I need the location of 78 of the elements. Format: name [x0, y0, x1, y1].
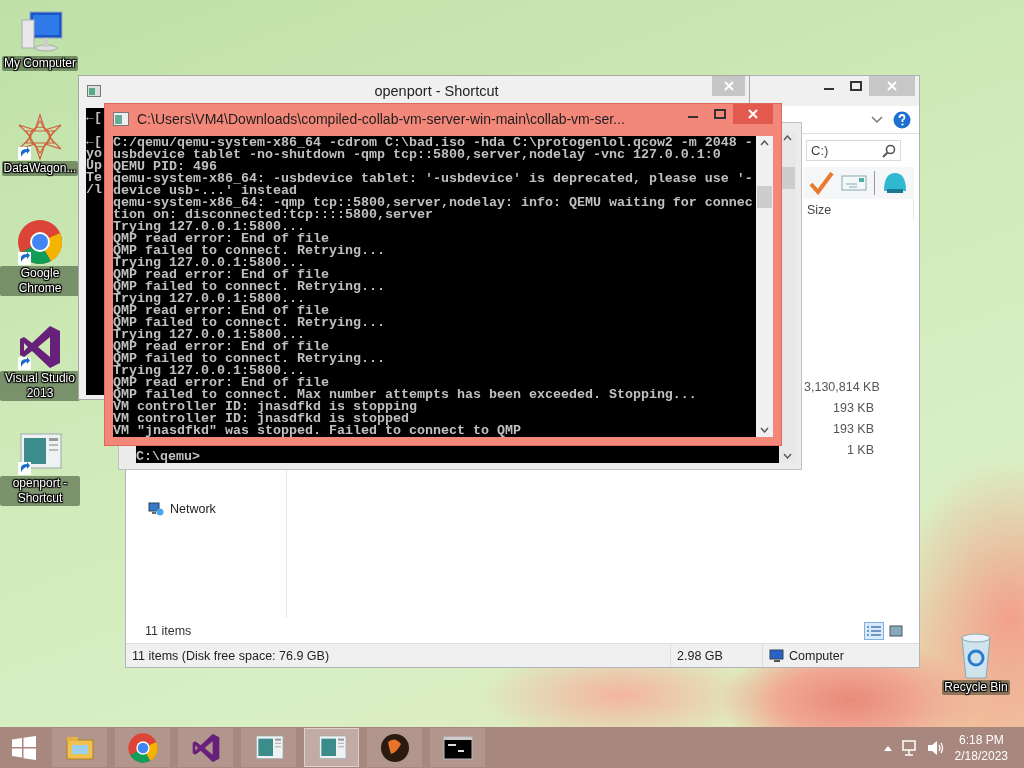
console-line: usbdevice tablet -no-shutdown -qmp tcp::5800,server,nodelay -vnc 127.0.0.1:0	[113, 149, 722, 161]
checkmark-icon[interactable]	[808, 171, 834, 195]
star-pattern-icon-with-shortcut-arrow[interactable]	[16, 113, 64, 161]
maximize-icon[interactable]	[713, 109, 726, 119]
nav-item[interactable]: Network	[148, 499, 286, 519]
console-line: QMP failed to connect. Retrying...	[113, 281, 386, 293]
column-header[interactable]: Size	[804, 199, 914, 221]
taskbar-button[interactable]	[367, 728, 422, 767]
console-line: QMP read error: End of file	[113, 377, 330, 389]
console-line: Trying 127.0.0.1:5800...	[113, 257, 305, 269]
help-icon[interactable]	[893, 110, 911, 129]
console-line: ←[	[86, 136, 102, 148]
console-prompt: C:\qemu>	[136, 451, 201, 463]
console-line: QMP failed to connect. Retrying...	[113, 317, 386, 329]
console-line: C:/qemu/qemu-system-x86_64 -cdrom C:\bad.iso -hda C:\protogenlol.qcow2 -m 2048 -	[113, 137, 754, 149]
desktop-icon-label[interactable]: Visual Studio 2013	[0, 371, 80, 401]
console-line: qemu-system-x86_64: -usbdevice tablet: '-usbdevice' is deprecated, please use '-	[113, 173, 754, 185]
console-line: VM controller ID: jnasdfkd is stopping	[113, 401, 417, 413]
taskbar-button[interactable]	[430, 728, 485, 767]
console-line: Te	[86, 172, 102, 184]
desktop-icon-label[interactable]: Recycle Bin	[942, 680, 1010, 695]
desktop-icon-label[interactable]: openport - Shortcut	[0, 476, 80, 506]
search-icon[interactable]	[882, 143, 896, 158]
status-text: Computer	[789, 648, 844, 663]
status-text: 2.98 GB	[677, 648, 723, 663]
caret-up-icon[interactable]	[760, 140, 769, 146]
shell-icon[interactable]	[882, 171, 908, 195]
window-title: C:\Users\VM4\Downloads\compiled-collab-vm-server-win-main\collab-vm-ser...	[137, 110, 626, 127]
console-line: VM controller ID: jnasdfkd is stopped	[113, 413, 409, 425]
network-button[interactable]	[900, 739, 919, 756]
caret-up-icon[interactable]	[783, 135, 792, 141]
chevron-down-icon[interactable]	[871, 115, 883, 124]
console-line: device usb-...' instead	[113, 185, 298, 197]
console-line: Trying 127.0.0.1:5800...	[113, 293, 305, 305]
size-cell-text: 193 KB	[832, 421, 875, 438]
console-line: QMP read error: End of file	[113, 341, 329, 353]
card-icon[interactable]	[841, 173, 867, 193]
console-line: Up	[86, 160, 102, 172]
console-line: VM "jnasdfkd" was stopped. Failed to connect to QMP	[113, 425, 522, 437]
console-line: QMP read error: End of file	[113, 233, 329, 245]
console-line: Trying 127.0.0.1:5800...	[113, 365, 305, 377]
status-text: 11 items (Disk free space: 76.9 GB)	[132, 648, 330, 663]
console-line: qemu-system-x86_64: -qmp tcp::5800,server,nodelay: info: QEMU waiting for connec	[113, 197, 754, 209]
computer-icon	[769, 648, 785, 663]
console-line: QMP read error: End of file	[113, 305, 329, 317]
size-cell-text: 193 KB	[832, 400, 875, 417]
console-line: /l	[86, 184, 102, 196]
console-line: Trying 127.0.0.1:5800...	[113, 329, 305, 341]
console-line: tion on: disconnected:tcp::::5800,server	[113, 209, 433, 221]
console-line: yo	[86, 148, 102, 160]
size-cell-text: 3,130,814 KB	[804, 379, 881, 396]
caret-down-icon[interactable]	[783, 453, 792, 459]
chrome-icon[interactable]	[126, 731, 159, 764]
item-count: 11 items	[145, 623, 192, 638]
window-icon	[87, 85, 101, 97]
console-line: ←[	[86, 112, 102, 124]
close-button[interactable]	[733, 104, 773, 124]
window-title: openport - Shortcut	[373, 83, 500, 99]
desktop-icon-label[interactable]: My Computer	[2, 56, 78, 71]
console-line: Trying 127.0.0.1:5800...	[113, 221, 305, 233]
network-icon	[148, 502, 164, 516]
size-cell-text: 1 KB	[845, 442, 875, 459]
windows-logo-icon[interactable]	[12, 735, 36, 760]
console-line: QMP failed to connect. Retrying...	[113, 245, 386, 257]
volume-button[interactable]	[926, 739, 945, 756]
caret-down-icon[interactable]	[760, 427, 769, 433]
desktop-icon-label[interactable]: DataWagon...	[1, 161, 79, 176]
window-icon	[113, 111, 129, 126]
maximize-icon[interactable]	[849, 81, 862, 91]
close-icon[interactable]	[748, 109, 758, 119]
search-field[interactable]: C:)	[806, 140, 901, 161]
console-line: QEMU PID: 496	[113, 161, 217, 173]
clock[interactable]: 6:18 PM 2/18/2023	[952, 731, 1010, 764]
console-line: QMP failed to connect. Max number attempts has been exceeded. Stopping...	[113, 389, 698, 401]
console-line: QMP read error: End of file	[113, 269, 329, 281]
desktop-icon-label[interactable]: Google Chrome	[0, 266, 80, 296]
console-line: QMP failed to connect. Retrying...	[113, 353, 386, 365]
scrollbar-thumb[interactable]	[757, 186, 772, 208]
